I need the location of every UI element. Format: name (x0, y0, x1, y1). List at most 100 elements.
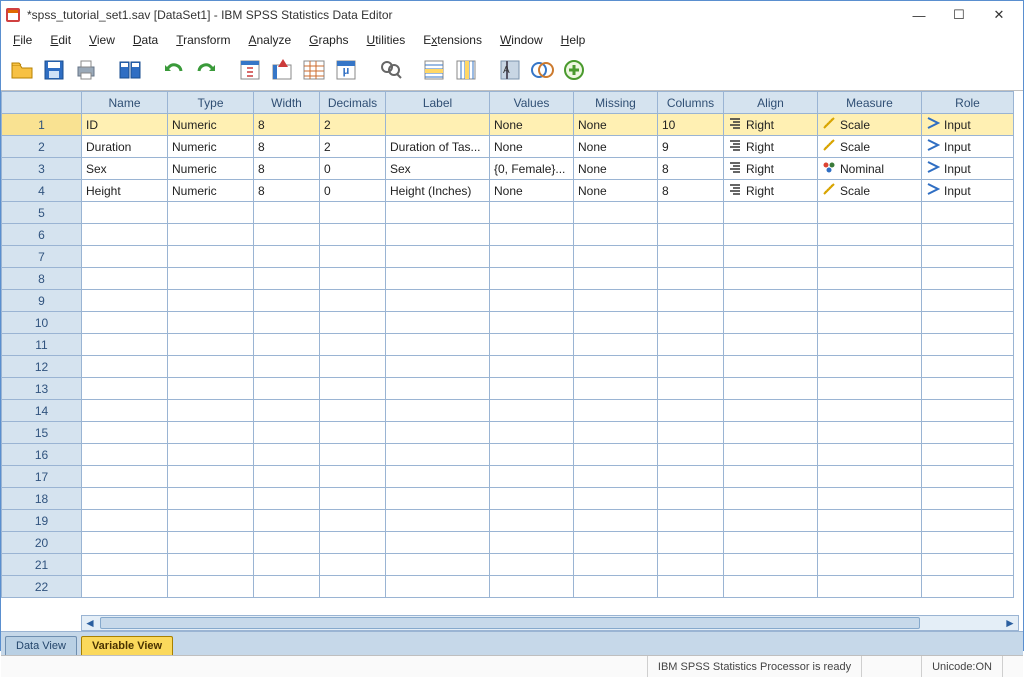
row-header[interactable]: 20 (2, 532, 82, 554)
table-row[interactable]: 17 (2, 466, 1014, 488)
cell-role[interactable]: Input (922, 114, 1014, 136)
cell-role[interactable]: Input (922, 180, 1014, 202)
table-row[interactable]: 4HeightNumeric80Height (Inches)NoneNone8… (2, 180, 1014, 202)
cell-decimals[interactable]: 0 (320, 158, 386, 180)
row-header[interactable]: 6 (2, 224, 82, 246)
cell-missing[interactable]: None (574, 136, 658, 158)
cell-values[interactable]: None (490, 114, 574, 136)
cell-align[interactable]: Right (724, 136, 818, 158)
table-row[interactable]: 1IDNumeric82NoneNone10RightScaleInput (2, 114, 1014, 136)
cell-label[interactable]: Duration of Tas... (386, 136, 490, 158)
undo-icon[interactable] (159, 55, 189, 85)
variable-grid[interactable]: Name Type Width Decimals Label Values Mi… (1, 91, 1014, 598)
close-button[interactable]: ✕ (979, 2, 1019, 28)
menu-file[interactable]: File (5, 31, 40, 49)
table-row[interactable]: 16 (2, 444, 1014, 466)
cell-decimals[interactable]: 2 (320, 136, 386, 158)
row-header[interactable]: 16 (2, 444, 82, 466)
cell-missing[interactable]: None (574, 180, 658, 202)
cell-label[interactable]: Sex (386, 158, 490, 180)
row-header[interactable]: 14 (2, 400, 82, 422)
cell-align[interactable]: Right (724, 114, 818, 136)
cell-type[interactable]: Numeric (168, 180, 254, 202)
row-header[interactable]: 4 (2, 180, 82, 202)
insert-cases-icon[interactable] (419, 55, 449, 85)
cell-name[interactable]: Sex (82, 158, 168, 180)
corner-cell[interactable] (2, 92, 82, 114)
cell-missing[interactable]: None (574, 114, 658, 136)
row-header[interactable]: 1 (2, 114, 82, 136)
menu-window[interactable]: Window (492, 31, 551, 49)
menu-view[interactable]: View (81, 31, 123, 49)
col-columns[interactable]: Columns (658, 92, 724, 114)
row-header[interactable]: 9 (2, 290, 82, 312)
cell-measure[interactable]: Scale (818, 180, 922, 202)
cell-columns[interactable]: 8 (658, 158, 724, 180)
cell-type[interactable]: Numeric (168, 136, 254, 158)
col-decimals[interactable]: Decimals (320, 92, 386, 114)
scroll-left-icon[interactable]: ◄ (82, 616, 98, 630)
cell-type[interactable]: Numeric (168, 158, 254, 180)
cell-align[interactable]: Right (724, 180, 818, 202)
table-row[interactable]: 3SexNumeric80Sex{0, Female}...None8Right… (2, 158, 1014, 180)
run-descriptives-icon[interactable]: μ (331, 55, 361, 85)
menu-transform[interactable]: Transform (168, 31, 238, 49)
cell-values[interactable]: None (490, 180, 574, 202)
table-row[interactable]: 6 (2, 224, 1014, 246)
row-header[interactable]: 5 (2, 202, 82, 224)
row-header[interactable]: 22 (2, 576, 82, 598)
cell-label[interactable]: Height (Inches) (386, 180, 490, 202)
cell-role[interactable]: Input (922, 158, 1014, 180)
col-width[interactable]: Width (254, 92, 320, 114)
row-header[interactable]: 11 (2, 334, 82, 356)
table-row[interactable]: 5 (2, 202, 1014, 224)
row-header[interactable]: 21 (2, 554, 82, 576)
table-row[interactable]: 12 (2, 356, 1014, 378)
col-missing[interactable]: Missing (574, 92, 658, 114)
print-icon[interactable] (71, 55, 101, 85)
menu-graphs[interactable]: Graphs (301, 31, 356, 49)
row-header[interactable]: 18 (2, 488, 82, 510)
cell-type[interactable]: Numeric (168, 114, 254, 136)
variables-icon[interactable] (299, 55, 329, 85)
cell-width[interactable]: 8 (254, 136, 320, 158)
col-type[interactable]: Type (168, 92, 254, 114)
table-row[interactable]: 9 (2, 290, 1014, 312)
insert-variable-icon[interactable] (451, 55, 481, 85)
menu-help[interactable]: Help (553, 31, 594, 49)
row-header[interactable]: 7 (2, 246, 82, 268)
row-header[interactable]: 13 (2, 378, 82, 400)
table-row[interactable]: 13 (2, 378, 1014, 400)
table-row[interactable]: 7 (2, 246, 1014, 268)
cell-missing[interactable]: None (574, 158, 658, 180)
goto-case-icon[interactable] (235, 55, 265, 85)
cell-measure[interactable]: Nominal (818, 158, 922, 180)
weight-cases-icon[interactable] (527, 55, 557, 85)
cell-label[interactable] (386, 114, 490, 136)
row-header[interactable]: 8 (2, 268, 82, 290)
tab-data-view[interactable]: Data View (5, 636, 77, 655)
table-row[interactable]: 15 (2, 422, 1014, 444)
minimize-button[interactable]: — (899, 2, 939, 28)
table-row[interactable]: 21 (2, 554, 1014, 576)
maximize-button[interactable]: ☐ (939, 2, 979, 28)
cell-columns[interactable]: 9 (658, 136, 724, 158)
horizontal-scrollbar[interactable]: ◄ ► (81, 615, 1019, 631)
table-row[interactable]: 20 (2, 532, 1014, 554)
save-icon[interactable] (39, 55, 69, 85)
cell-columns[interactable]: 8 (658, 180, 724, 202)
row-header[interactable]: 19 (2, 510, 82, 532)
row-header[interactable]: 12 (2, 356, 82, 378)
cell-align[interactable]: Right (724, 158, 818, 180)
col-measure[interactable]: Measure (818, 92, 922, 114)
row-header[interactable]: 10 (2, 312, 82, 334)
cell-name[interactable]: Height (82, 180, 168, 202)
col-role[interactable]: Role (922, 92, 1014, 114)
tab-variable-view[interactable]: Variable View (81, 636, 173, 655)
table-row[interactable]: 11 (2, 334, 1014, 356)
table-row[interactable]: 10 (2, 312, 1014, 334)
scroll-thumb[interactable] (100, 617, 920, 629)
menu-analyze[interactable]: Analyze (240, 31, 299, 49)
open-icon[interactable] (7, 55, 37, 85)
split-file-icon[interactable]: A (495, 55, 525, 85)
